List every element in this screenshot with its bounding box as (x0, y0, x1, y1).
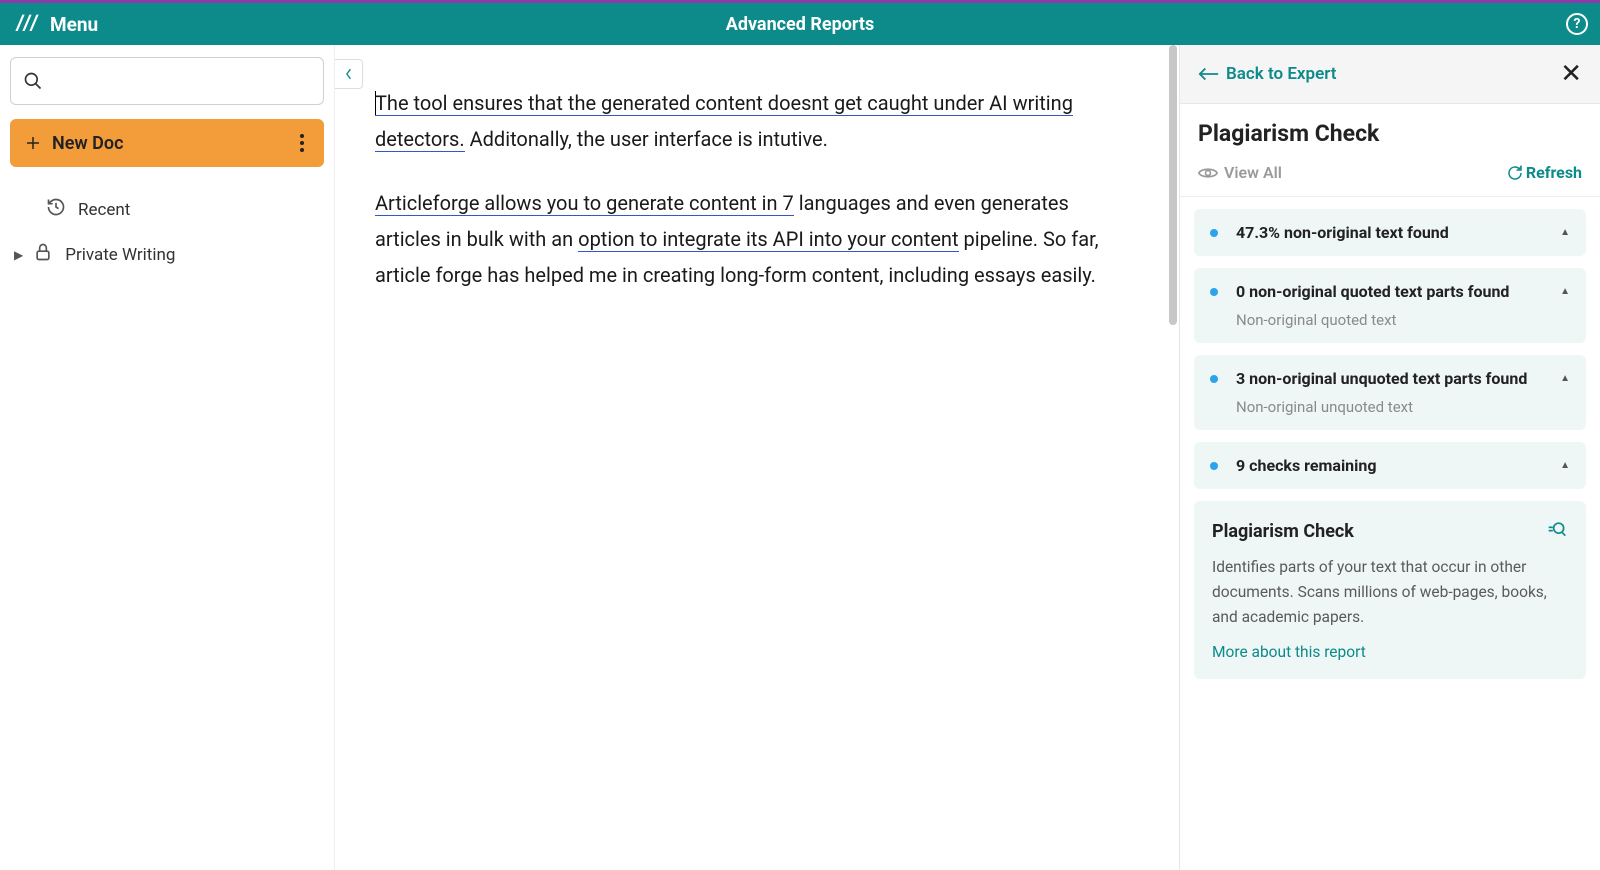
sidebar-item-recent[interactable]: Recent (10, 187, 324, 232)
result-title: 3 non-original unquoted text parts found (1236, 369, 1552, 388)
search-box[interactable] (10, 57, 324, 105)
caret-up-icon[interactable]: ▲ (1560, 286, 1570, 297)
flagged-text[interactable]: The tool ensures that the generated cont… (375, 91, 989, 116)
lock-icon (33, 242, 65, 267)
sidebar-item-label: Recent (78, 200, 130, 220)
plus-icon (24, 134, 42, 152)
scrollbar-thumb[interactable] (1169, 45, 1177, 325)
paragraph[interactable]: Articleforge allows you to generate cont… (375, 185, 1119, 293)
info-card: Plagiarism Check Identifies parts of you… (1194, 501, 1586, 679)
sidebar-item-label: Private Writing (65, 245, 175, 265)
editor-area[interactable]: The tool ensures that the generated cont… (335, 45, 1180, 870)
panel-title: Plagiarism Check (1180, 104, 1600, 157)
refresh-icon (1506, 164, 1524, 182)
refresh-button[interactable]: Refresh (1506, 163, 1582, 182)
history-icon (46, 197, 78, 222)
panel-toolbar: View All Refresh (1180, 157, 1600, 197)
paragraph[interactable]: The tool ensures that the generated cont… (375, 85, 1119, 157)
app-header: Menu Advanced Reports ? (0, 3, 1600, 45)
result-card[interactable]: 9 checks remaining ▲ (1194, 442, 1586, 489)
search-icon (23, 71, 43, 91)
bullet-icon (1210, 229, 1218, 237)
flagged-text[interactable]: content (891, 227, 959, 252)
eye-icon (1198, 166, 1218, 180)
view-all-button[interactable]: View All (1198, 163, 1282, 182)
view-all-label: View All (1224, 163, 1282, 182)
result-subtitle: Non-original unquoted text (1236, 398, 1570, 416)
result-card[interactable]: 3 non-original unquoted text parts found… (1194, 355, 1586, 430)
plain-text: Additonally, the user interface is intut… (465, 127, 828, 151)
document-body[interactable]: The tool ensures that the generated cont… (375, 45, 1119, 293)
back-label: Back to Expert (1226, 64, 1336, 84)
chevron-left-icon (344, 67, 354, 81)
result-subtitle: Non-original quoted text (1236, 311, 1570, 329)
collapse-sidebar-button[interactable] (335, 59, 363, 89)
page-title: Advanced Reports (726, 14, 875, 35)
bullet-icon (1210, 462, 1218, 470)
help-icon[interactable]: ? (1566, 13, 1588, 35)
result-title: 47.3% non-original text found (1236, 223, 1552, 242)
result-card[interactable]: 0 non-original quoted text parts found ▲… (1194, 268, 1586, 343)
scan-icon (1546, 519, 1568, 543)
result-title: 9 checks remaining (1236, 456, 1552, 475)
caret-up-icon[interactable]: ▲ (1560, 460, 1570, 471)
info-description: Identifies parts of your text that occur… (1212, 555, 1568, 629)
more-options-icon[interactable] (294, 128, 310, 158)
result-card[interactable]: 47.3% non-original text found ▲ (1194, 209, 1586, 256)
caret-right-icon: ▶ (14, 248, 23, 262)
close-icon[interactable]: ✕ (1560, 59, 1582, 89)
new-doc-label: New Doc (52, 133, 123, 154)
panel-header: Back to Expert ✕ (1180, 45, 1600, 104)
right-panel: Back to Expert ✕ Plagiarism Check View A… (1180, 45, 1600, 870)
bullet-icon (1210, 375, 1218, 383)
menu-button[interactable]: Menu (50, 13, 98, 36)
info-title: Plagiarism Check (1212, 521, 1354, 542)
new-doc-button[interactable]: New Doc (10, 119, 324, 167)
more-about-link[interactable]: More about this report (1212, 643, 1568, 661)
search-input[interactable] (51, 72, 311, 91)
back-button[interactable]: Back to Expert (1198, 64, 1336, 84)
sidebar-item-private[interactable]: ▶ Private Writing (10, 232, 324, 277)
bullet-icon (1210, 288, 1218, 296)
refresh-label: Refresh (1526, 163, 1582, 182)
result-title: 0 non-original quoted text parts found (1236, 282, 1552, 301)
app-logo-icon (12, 9, 42, 39)
results-list: 47.3% non-original text found ▲ 0 non-or… (1180, 197, 1600, 691)
sidebar: New Doc Recent ▶ Private Writing (0, 45, 335, 870)
flagged-text[interactable]: option to integrate its API into your (578, 227, 891, 252)
flagged-text[interactable]: Articleforge allows you to generate cont… (375, 191, 794, 216)
arrow-left-icon (1198, 66, 1220, 82)
caret-up-icon[interactable]: ▲ (1560, 373, 1570, 384)
caret-up-icon[interactable]: ▲ (1560, 227, 1570, 238)
